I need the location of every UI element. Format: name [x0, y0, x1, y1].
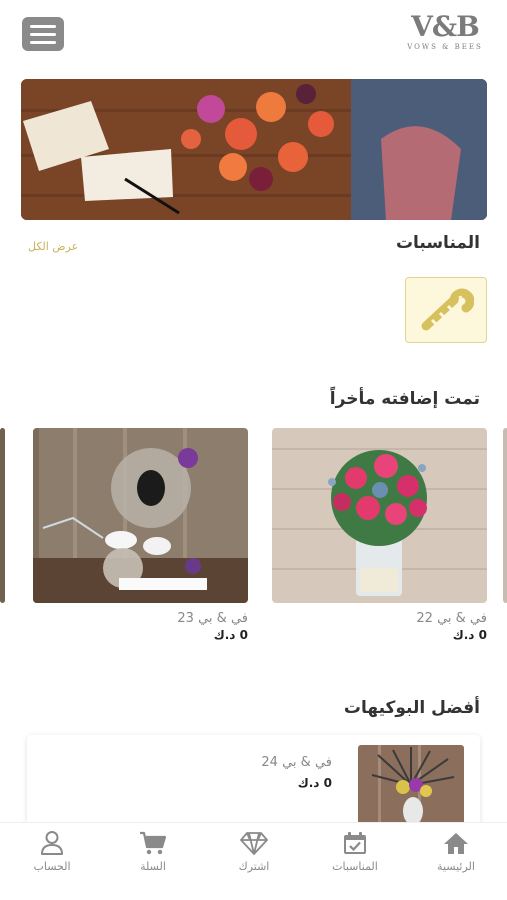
hero-banner[interactable]: [21, 79, 487, 220]
product-image: [358, 745, 464, 827]
nav-label: الحساب: [33, 860, 71, 873]
nav-occasions[interactable]: المناسبات: [310, 829, 400, 873]
banner-image: [21, 79, 487, 220]
app-header: V&B VOWS & BEES: [0, 0, 507, 68]
nav-account[interactable]: الحساب: [7, 829, 97, 873]
menu-button[interactable]: [22, 17, 64, 51]
product-price: 0 د.ك: [297, 776, 332, 790]
recent-title: تمت إضافته مأخراً: [329, 389, 480, 409]
nav-home[interactable]: الرئيسية: [411, 829, 501, 873]
see-all-link[interactable]: عرض الكل: [28, 240, 78, 253]
menu-icon-bar: [30, 32, 56, 36]
product-card[interactable]: في & بي 22 0 د.ك: [272, 428, 487, 642]
nav-label: الرئيسية: [437, 860, 475, 873]
nav-label: المناسبات: [332, 860, 378, 873]
logo-mark: V&B: [411, 10, 480, 43]
menu-icon-bar: [30, 40, 56, 44]
nav-cart[interactable]: السلة: [108, 829, 198, 873]
home-icon: [444, 833, 468, 854]
product-image: [272, 428, 487, 603]
user-icon: [41, 831, 63, 855]
nav-label: اشترك: [238, 860, 270, 873]
bottom-nav: الرئيسية المناسبات اشترك السلة الحساب: [0, 822, 507, 900]
best-title: أفضل البوكيهات: [343, 698, 480, 718]
cart-icon: [140, 831, 167, 855]
menu-icon-bar: [30, 24, 56, 28]
candy-cane-icon: [421, 288, 474, 331]
product-name: في & بي 22: [416, 611, 487, 626]
product-image: [33, 428, 248, 603]
product-card-peek[interactable]: [503, 428, 507, 603]
occasions-title: المناسبات: [395, 233, 480, 253]
diamond-icon: [240, 832, 268, 855]
product-name: في & بي 24: [261, 755, 332, 770]
logo-subtitle: VOWS & BEES: [407, 43, 483, 51]
product-name: في & بي 23: [177, 611, 248, 626]
calendar-icon: [344, 832, 366, 854]
nav-subscribe[interactable]: اشترك: [209, 829, 299, 873]
product-price: 0 د.ك: [452, 628, 487, 642]
product-card-peek[interactable]: [0, 428, 5, 603]
brand-logo: V&B VOWS & BEES: [405, 12, 485, 52]
nav-label: السلة: [140, 860, 166, 873]
product-price: 0 د.ك: [213, 628, 248, 642]
product-card[interactable]: في & بي 23 0 د.ك: [33, 428, 248, 642]
occasion-tile-christmas[interactable]: [405, 277, 487, 343]
